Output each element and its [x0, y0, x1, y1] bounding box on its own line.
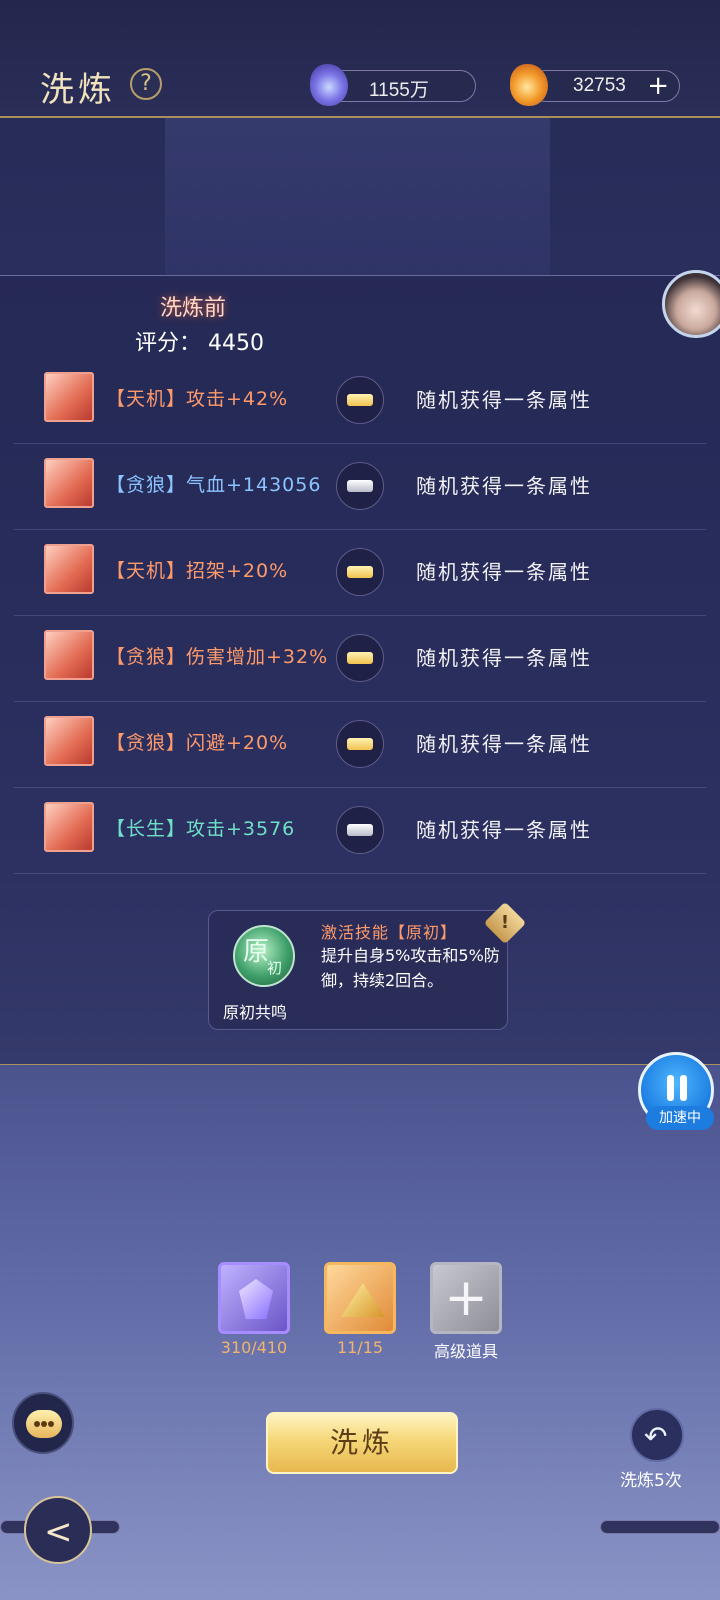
attribute-name: 【贪狼】闪避+20%	[106, 732, 289, 754]
advanced-item-label: 高级道具	[433, 1342, 498, 1361]
attribute-result: 随机获得一条属性	[416, 646, 592, 670]
attribute-result: 随机获得一条属性	[416, 560, 592, 584]
score-label: 评分：	[135, 331, 202, 356]
help-icon[interactable]: ?	[130, 68, 162, 100]
ornament-right	[600, 1520, 720, 1534]
attribute-gem-icon	[44, 372, 94, 422]
before-title: 洗炼前	[160, 296, 227, 321]
attribute-gem-icon	[44, 544, 94, 594]
skill-title: 激活技能【原初】	[321, 923, 458, 942]
lock-toggle[interactable]	[336, 548, 384, 596]
skill-description: 提升自身5%攻击和5%防御，持续2回合。	[321, 946, 500, 990]
attribute-result: 随机获得一条属性	[416, 818, 592, 842]
attribute-row: 【贪狼】气血+143056 随机获得一条属性	[14, 444, 706, 530]
resource-bar-flame: 32753 +	[530, 70, 680, 102]
add-plus-icon: +	[444, 1268, 488, 1328]
skill-badge-icon: 原 初	[233, 925, 295, 987]
spirit-gem-icon	[310, 64, 348, 106]
lock-toggle[interactable]	[336, 634, 384, 682]
equipment-banner	[165, 118, 550, 276]
resource-bar-spirit: 1155万	[326, 70, 476, 102]
lock-icon	[347, 652, 373, 664]
pyramid-count: 11/15	[336, 1338, 384, 1357]
wash-button[interactable]: 洗炼	[266, 1412, 458, 1474]
warning-icon[interactable]: !	[483, 901, 527, 945]
lock-toggle[interactable]	[336, 376, 384, 424]
attribute-name: 【天机】招架+20%	[106, 560, 289, 582]
gold-pyramid-icon	[341, 1283, 385, 1317]
warning-mark: !	[500, 912, 510, 933]
back-arrow-icon: <	[44, 1512, 73, 1552]
attribute-gem-icon	[44, 716, 94, 766]
speed-label: 加速中	[646, 1106, 714, 1130]
lock-toggle[interactable]	[336, 806, 384, 854]
attribute-result: 随机获得一条属性	[416, 474, 592, 498]
lock-toggle[interactable]	[336, 720, 384, 768]
crystal-count: 310/410	[220, 1338, 288, 1357]
pyramid-item-slot[interactable]	[324, 1262, 396, 1334]
wash-five-label: 洗炼5次	[620, 1471, 682, 1491]
attribute-name: 【贪狼】伤害增加+32%	[106, 646, 329, 668]
resource-value-flame: 32753	[573, 75, 626, 96]
attribute-gem-icon	[44, 630, 94, 680]
skill-badge-sub: 初	[267, 959, 283, 977]
attribute-result: 随机获得一条属性	[416, 732, 592, 756]
bottom-ornament	[0, 1520, 720, 1540]
purple-crystal-icon	[239, 1279, 273, 1319]
attribute-row: 【贪狼】闪避+20% 随机获得一条属性	[14, 702, 706, 788]
attribute-result: 随机获得一条属性	[416, 388, 592, 412]
lock-icon	[347, 566, 373, 578]
add-flame-button[interactable]: +	[647, 72, 669, 100]
attribute-name: 【贪狼】气血+143056	[106, 474, 322, 496]
skill-name: 原初共鸣	[223, 1003, 288, 1022]
flame-token-icon	[510, 64, 548, 106]
pause-icon	[665, 1075, 689, 1101]
chat-icon	[26, 1410, 62, 1438]
lock-icon	[347, 480, 373, 492]
attribute-row: 【天机】招架+20% 随机获得一条属性	[14, 530, 706, 616]
wash-five-button[interactable]: ↶	[630, 1408, 684, 1462]
lock-icon	[347, 738, 373, 750]
skill-box[interactable]: 原 初 原初共鸣 激活技能【原初】 提升自身5%攻击和5%防御，持续2回合。	[208, 910, 508, 1030]
lock-icon	[347, 824, 373, 836]
skill-badge-main: 原	[243, 937, 270, 967]
score-value: 4450	[208, 331, 265, 356]
lock-icon	[347, 394, 373, 406]
undo-arrow-icon: ↶	[644, 1420, 668, 1453]
advanced-item-slot[interactable]: +	[430, 1262, 502, 1334]
attribute-row: 【天机】攻击+42% 随机获得一条属性	[14, 358, 706, 444]
lock-toggle[interactable]	[336, 462, 384, 510]
chat-button[interactable]	[12, 1392, 74, 1454]
attribute-row: 【长生】攻击+3576 随机获得一条属性	[14, 788, 706, 874]
attribute-row: 【贪狼】伤害增加+32% 随机获得一条属性	[14, 616, 706, 702]
resource-value-spirit: 1155万	[369, 80, 429, 101]
score: 评分： 4450	[135, 325, 264, 357]
crystal-item-slot[interactable]	[218, 1262, 290, 1334]
attribute-gem-icon	[44, 458, 94, 508]
attribute-name: 【长生】攻击+3576	[106, 818, 296, 840]
back-button[interactable]: <	[24, 1496, 92, 1564]
attribute-gem-icon	[44, 802, 94, 852]
attribute-name: 【天机】攻击+42%	[106, 388, 289, 410]
page-title: 洗炼	[40, 70, 116, 110]
